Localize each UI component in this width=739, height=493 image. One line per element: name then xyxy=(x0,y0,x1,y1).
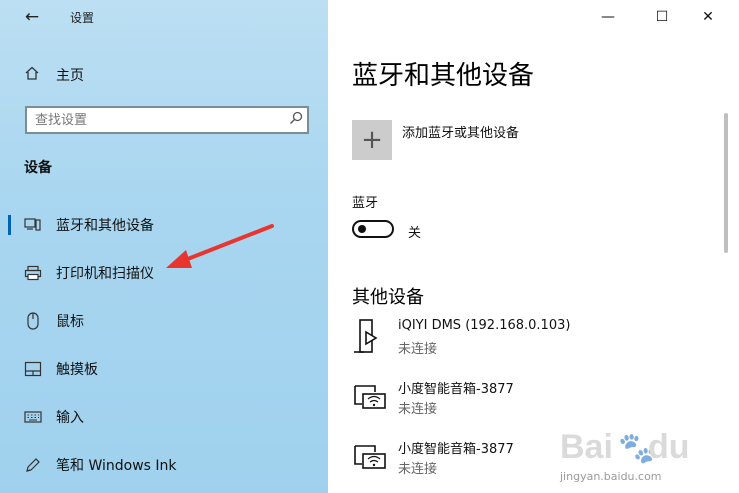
wireless-speaker-icon xyxy=(352,438,390,476)
svg-text:du: du xyxy=(648,428,690,466)
plus-icon: + xyxy=(352,120,392,160)
device-name: iQIYI DMS (192.168.0.103) xyxy=(398,318,571,333)
title-bar: ← 设置 xyxy=(0,0,328,34)
sidebar-item-typing[interactable]: 输入 xyxy=(0,401,328,433)
minimize-icon: — xyxy=(601,9,615,25)
scrollbar[interactable] xyxy=(724,113,728,253)
device-status: 未连接 xyxy=(398,402,438,417)
maximize-button[interactable]: ☐ xyxy=(639,0,685,34)
keyboard-icon xyxy=(24,408,42,426)
device-item[interactable]: iQIYI DMS (192.168.0.103) 未连接 xyxy=(352,318,712,368)
search-input[interactable] xyxy=(27,109,285,131)
home-icon xyxy=(24,65,42,85)
printer-icon xyxy=(24,264,42,282)
arrow-left-icon: ← xyxy=(24,7,40,27)
page-title: 蓝牙和其他设备 xyxy=(352,61,535,91)
home-label: 主页 xyxy=(56,68,84,84)
active-indicator xyxy=(8,215,11,235)
bluetooth-label: 蓝牙 xyxy=(352,196,379,211)
search-box[interactable] xyxy=(25,106,309,134)
back-button[interactable]: ← xyxy=(20,6,44,28)
other-devices-title: 其他设备 xyxy=(352,287,424,308)
sidebar: ← 设置 主页 设备 蓝牙和其他设备 打印机和扫描仪 鼠标 xyxy=(0,0,328,493)
media-device-icon xyxy=(352,318,390,356)
sidebar-item-mouse[interactable]: 鼠标 xyxy=(0,305,328,337)
add-device-label: 添加蓝牙或其他设备 xyxy=(402,126,520,141)
sidebar-item-label: 打印机和扫描仪 xyxy=(56,266,154,282)
sidebar-item-label: 输入 xyxy=(56,410,84,426)
app-title: 设置 xyxy=(70,11,95,25)
nav-home[interactable]: 主页 xyxy=(24,64,84,86)
svg-text:Bai: Bai xyxy=(560,428,613,466)
sidebar-item-label: 笔和 Windows Ink xyxy=(56,458,177,474)
close-icon: ✕ xyxy=(702,9,714,25)
sidebar-item-label: 鼠标 xyxy=(56,314,84,330)
sidebar-item-touchpad[interactable]: 触摸板 xyxy=(0,353,328,385)
sidebar-item-label: 触摸板 xyxy=(56,362,98,378)
maximize-icon: ☐ xyxy=(655,9,669,25)
sidebar-item-bluetooth[interactable]: 蓝牙和其他设备 xyxy=(0,209,328,241)
sidebar-item-pen[interactable]: 笔和 Windows Ink xyxy=(0,449,328,481)
bluetooth-state-label: 关 xyxy=(408,226,422,241)
wireless-speaker-icon xyxy=(352,378,390,416)
watermark-url: jingyan.baidu.com xyxy=(560,470,662,483)
minimize-button[interactable]: — xyxy=(585,0,631,34)
sidebar-item-printers[interactable]: 打印机和扫描仪 xyxy=(0,257,328,289)
sidebar-item-label: 蓝牙和其他设备 xyxy=(56,218,154,234)
touchpad-icon xyxy=(24,360,42,378)
bluetooth-devices-icon xyxy=(24,216,42,234)
toggle-knob xyxy=(358,225,366,233)
close-button[interactable]: ✕ xyxy=(685,0,731,34)
pen-icon xyxy=(24,456,42,474)
mouse-icon xyxy=(24,312,42,330)
device-status: 未连接 xyxy=(398,462,438,477)
section-title-devices: 设备 xyxy=(24,160,52,176)
device-name: 小度智能音箱-3877 xyxy=(398,442,514,457)
bluetooth-toggle[interactable] xyxy=(352,220,394,238)
device-name: 小度智能音箱-3877 xyxy=(398,382,514,397)
add-device-button[interactable]: + 添加蓝牙或其他设备 xyxy=(352,120,519,160)
search-icon[interactable] xyxy=(285,111,307,129)
device-status: 未连接 xyxy=(398,342,438,357)
